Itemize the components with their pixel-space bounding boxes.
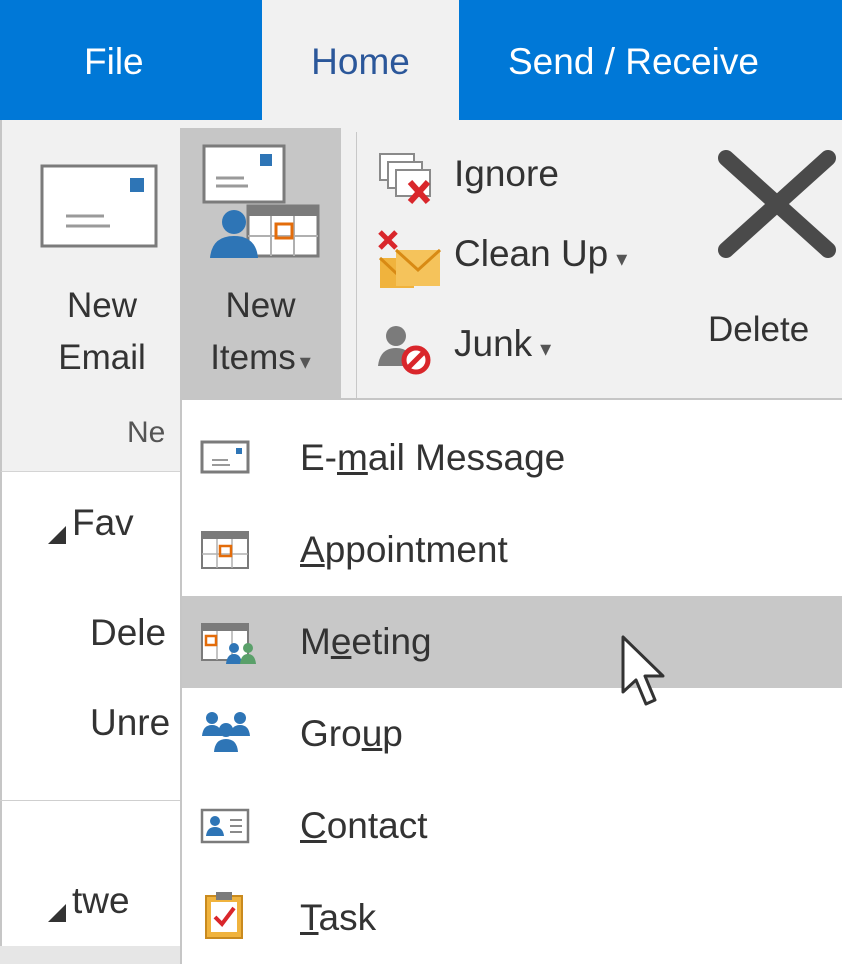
new-items-icon bbox=[202, 144, 320, 258]
menu-item-appointment[interactable]: Appointment bbox=[182, 504, 842, 596]
ribbon-tab-bar: File Home Send / Receive bbox=[0, 0, 842, 120]
clean-up-button[interactable]: Clean Up ▾ bbox=[374, 224, 674, 292]
pane-footer bbox=[0, 946, 180, 964]
menu-item-label: Task bbox=[300, 897, 377, 938]
meeting-icon bbox=[201, 623, 256, 664]
junk-label: Junk ▾ bbox=[454, 323, 552, 364]
menu-item-group[interactable]: Group bbox=[182, 688, 842, 780]
new-items-label-2: Items ▾ bbox=[210, 338, 311, 377]
menu-item-email-message[interactable]: E-mail Message bbox=[182, 412, 842, 504]
tab-file[interactable]: File bbox=[84, 0, 144, 120]
ignore-button[interactable]: Ignore bbox=[374, 144, 604, 212]
new-items-button[interactable]: New Items ▾ bbox=[180, 128, 341, 407]
delete-label: Delete bbox=[708, 310, 810, 349]
menu-item-task[interactable]: Task bbox=[182, 872, 842, 964]
menu-item-meeting[interactable]: Meeting bbox=[182, 596, 842, 688]
pane-separator bbox=[0, 800, 180, 801]
folder-unread[interactable]: Unre bbox=[90, 702, 170, 744]
collapse-triangle-icon bbox=[48, 904, 66, 922]
new-items-menu: E-mail Message Appointment Meeting Group… bbox=[180, 398, 842, 964]
group-icon bbox=[202, 712, 250, 752]
menu-item-label: Contact bbox=[300, 805, 428, 846]
ignore-icon bbox=[379, 153, 431, 205]
folder-deleted[interactable]: Dele bbox=[90, 612, 166, 654]
email-icon bbox=[200, 440, 250, 474]
new-email-label-2: Email bbox=[58, 338, 146, 377]
menu-item-label: E-mail Message bbox=[300, 437, 566, 478]
folder-favorites[interactable]: Fav bbox=[72, 502, 134, 544]
task-clipboard-icon bbox=[205, 892, 243, 939]
calendar-icon bbox=[201, 531, 249, 569]
delete-x-icon bbox=[718, 150, 836, 258]
delete-button[interactable]: Delete bbox=[698, 128, 842, 407]
menu-item-label: Group bbox=[300, 713, 403, 754]
new-items-label-1: New bbox=[225, 286, 296, 325]
tab-home[interactable]: Home bbox=[262, 0, 459, 120]
ignore-label: Ignore bbox=[454, 153, 559, 194]
junk-button[interactable]: Junk ▾ bbox=[374, 314, 594, 382]
chevron-down-icon: ▾ bbox=[540, 336, 552, 361]
pane-border bbox=[0, 472, 2, 964]
new-email-button[interactable]: New Email bbox=[32, 128, 172, 407]
clean-up-icon bbox=[378, 230, 442, 288]
envelope-icon bbox=[40, 164, 158, 248]
menu-item-contact[interactable]: Contact bbox=[182, 780, 842, 872]
account-folder[interactable]: twe bbox=[72, 880, 130, 922]
mouse-pointer-icon bbox=[621, 635, 665, 706]
group-label-new: Ne bbox=[127, 416, 166, 449]
new-email-label-1: New bbox=[66, 286, 138, 325]
chevron-down-icon: ▾ bbox=[616, 246, 628, 271]
tab-send-receive[interactable]: Send / Receive bbox=[508, 0, 759, 120]
contact-card-icon bbox=[200, 808, 250, 844]
clean-up-label: Clean Up ▾ bbox=[454, 233, 628, 274]
menu-item-label: Meeting bbox=[300, 621, 432, 662]
menu-item-label: Appointment bbox=[300, 529, 508, 570]
chevron-down-icon: ▾ bbox=[299, 349, 311, 374]
junk-icon bbox=[378, 326, 431, 375]
outlook-window: File Home Send / Receive New Email New I… bbox=[0, 0, 842, 964]
collapse-triangle-icon bbox=[48, 526, 66, 544]
